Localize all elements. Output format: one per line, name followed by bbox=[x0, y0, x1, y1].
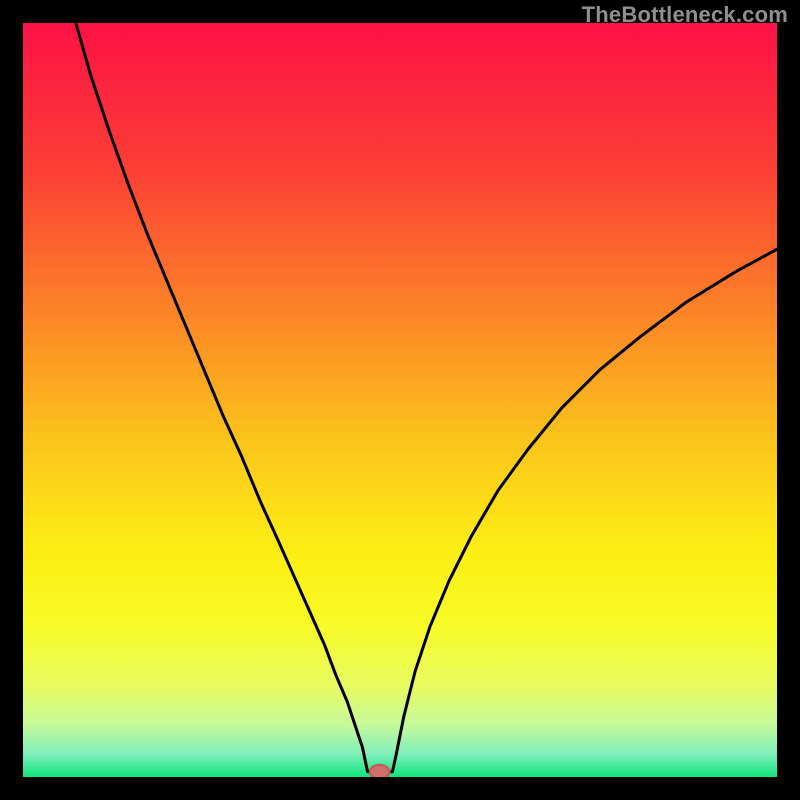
gradient-panel bbox=[23, 23, 777, 777]
chart-plot bbox=[23, 23, 777, 777]
optimum-point-marker bbox=[370, 765, 390, 777]
watermark-text: TheBottleneck.com bbox=[582, 2, 788, 28]
chart-stage: TheBottleneck.com bbox=[0, 0, 800, 800]
